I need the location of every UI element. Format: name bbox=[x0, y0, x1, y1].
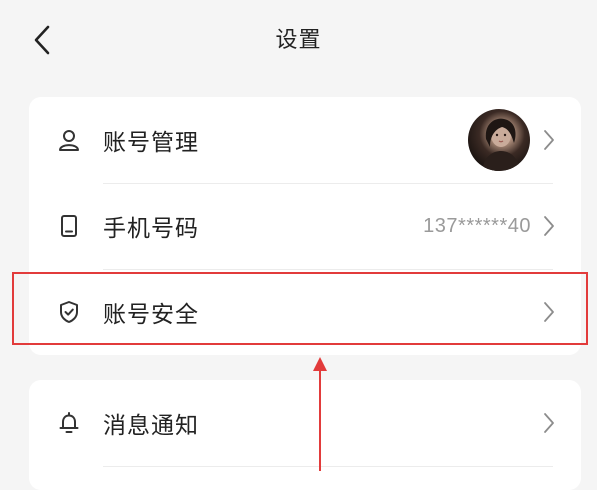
account-settings-card: 账号管理 手机号码 137******40 账号安全 bbox=[29, 97, 581, 355]
notification-settings-card: 消息通知 bbox=[29, 380, 581, 490]
settings-item-message-notification[interactable]: 消息通知 bbox=[29, 380, 581, 466]
user-icon bbox=[55, 126, 83, 154]
settings-item-phone-number[interactable]: 手机号码 137******40 bbox=[29, 183, 581, 269]
phone-icon bbox=[55, 212, 83, 240]
page-title: 设置 bbox=[275, 28, 322, 53]
shield-check-icon bbox=[55, 298, 83, 326]
header-bar: 设置 bbox=[0, 0, 597, 80]
settings-item-account-management[interactable]: 账号管理 bbox=[29, 97, 581, 183]
settings-item-label: 消息通知 bbox=[103, 413, 199, 439]
chevron-right-icon bbox=[541, 214, 557, 238]
divider bbox=[103, 466, 553, 467]
chevron-right-icon bbox=[541, 128, 557, 152]
settings-item-label: 手机号码 bbox=[103, 216, 199, 242]
settings-item-account-security[interactable]: 账号安全 bbox=[29, 269, 581, 355]
settings-item-label: 账号安全 bbox=[103, 302, 199, 328]
phone-number-value: 137******40 bbox=[423, 214, 531, 237]
chevron-right-icon bbox=[541, 300, 557, 324]
avatar[interactable] bbox=[468, 109, 530, 171]
settings-item-label: 账号管理 bbox=[103, 130, 199, 156]
bell-icon bbox=[55, 409, 83, 437]
chevron-right-icon bbox=[541, 411, 557, 435]
